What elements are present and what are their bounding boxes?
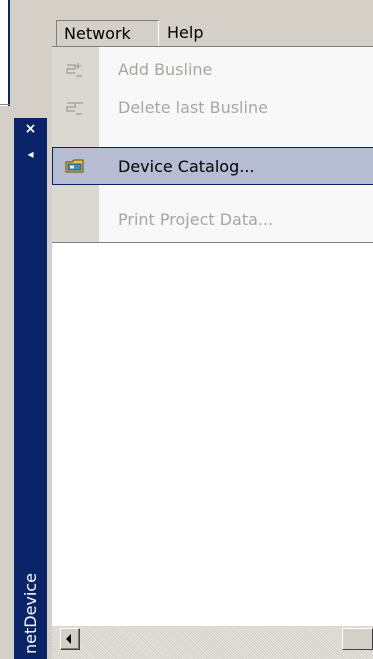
collapse-arrow-icon[interactable]: ◂ — [14, 146, 47, 162]
left-pane-divider — [0, 104, 10, 109]
add-busline-icon — [66, 63, 82, 77]
side-panel-title: netDevice — [21, 573, 40, 654]
menubar: Network Help — [52, 20, 373, 48]
menu-item-delete-busline[interactable]: Delete last Busline — [52, 89, 373, 127]
network-dropdown-menu: Add Busline Delete last Busline Device C… — [52, 46, 373, 243]
scroll-left-button[interactable] — [60, 628, 80, 650]
scroll-thumb[interactable] — [342, 628, 373, 650]
menu-item-device-catalog[interactable]: Device Catalog... — [52, 147, 373, 185]
menu-item-label: Delete last Busline — [118, 98, 268, 117]
close-icon[interactable]: × — [14, 122, 47, 136]
delete-busline-icon — [66, 102, 83, 115]
menu-help[interactable]: Help — [160, 20, 210, 46]
device-catalog-folder-icon — [65, 159, 84, 173]
menu-item-label: Add Busline — [118, 60, 213, 79]
menu-network[interactable]: Network — [56, 20, 159, 46]
menu-item-label: Device Catalog... — [118, 157, 255, 176]
horizontal-scrollbar[interactable] — [52, 626, 373, 659]
menu-item-add-busline[interactable]: Add Busline — [52, 51, 373, 89]
left-pane-frame — [0, 0, 10, 106]
netdevice-side-panel: × ◂ netDevice — [14, 118, 47, 659]
workspace-area — [52, 243, 373, 626]
menu-item-print-project-data[interactable]: Print Project Data... — [52, 201, 373, 239]
menu-item-label: Print Project Data... — [118, 210, 274, 229]
